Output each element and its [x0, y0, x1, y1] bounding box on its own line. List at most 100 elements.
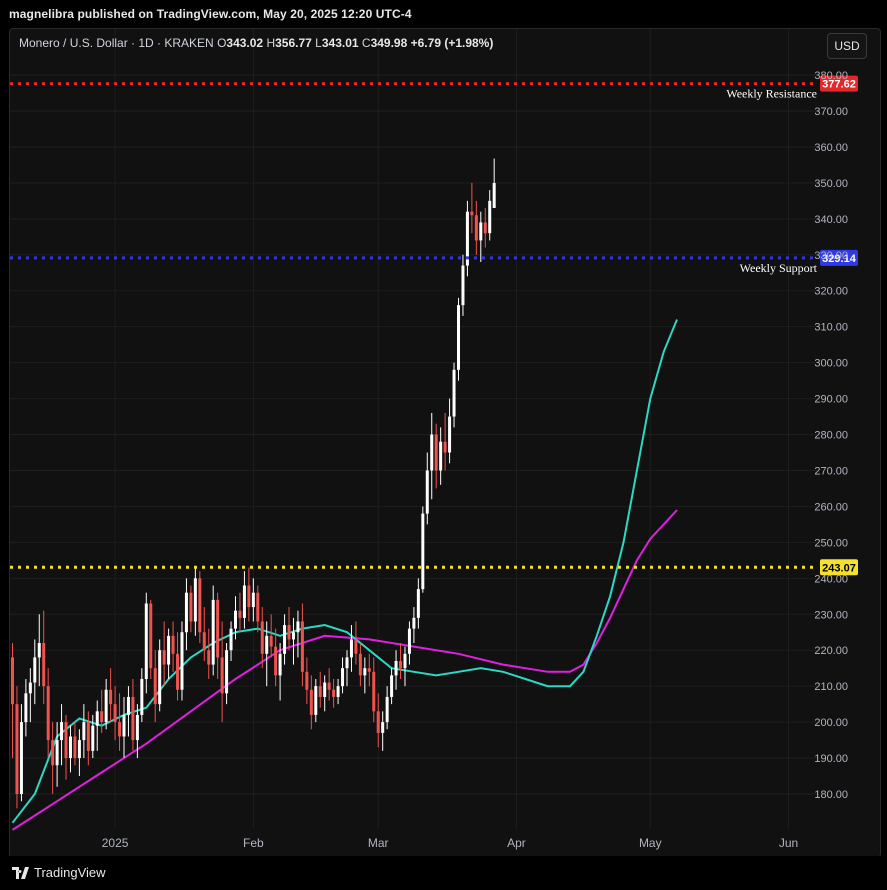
candle-body — [483, 222, 487, 234]
currency-button[interactable]: USD — [827, 33, 867, 59]
candle-body — [327, 682, 331, 690]
candle-body — [118, 722, 122, 737]
y-tick-label: 220.00 — [814, 645, 848, 657]
candle — [457, 297, 460, 381]
candle — [483, 208, 487, 248]
candle-body — [430, 434, 434, 471]
low-value: 343.01 — [321, 36, 359, 50]
candle — [184, 578, 188, 651]
candle — [55, 722, 59, 787]
candle — [407, 621, 411, 665]
candle — [180, 621, 184, 701]
candle-body — [265, 635, 269, 654]
candle — [492, 158, 496, 209]
candle — [193, 567, 197, 636]
candle — [109, 668, 113, 723]
tradingview-brand[interactable]: TradingView — [12, 865, 106, 880]
candle-body — [479, 222, 483, 241]
candle-body — [109, 689, 113, 705]
candle — [220, 621, 224, 723]
horizontal-levels: 377.62Weekly Resistance 329.14Weekly Supp… — [10, 75, 858, 576]
candle-body — [162, 650, 166, 665]
candle-body — [135, 714, 139, 741]
candle — [465, 200, 469, 277]
candle-body — [358, 653, 362, 676]
candle-body — [33, 657, 37, 683]
candle-body — [144, 603, 148, 679]
candle — [82, 704, 86, 759]
y-tick-label: 370.00 — [814, 106, 848, 118]
candle — [73, 722, 77, 766]
candle-body — [385, 696, 389, 723]
candle-body — [158, 650, 162, 705]
candle — [394, 650, 398, 690]
candle — [305, 657, 309, 705]
open-value: 343.02 — [226, 36, 264, 50]
candle-body — [28, 682, 32, 694]
candle-body — [474, 215, 478, 241]
candle — [11, 643, 14, 759]
candle — [376, 693, 380, 748]
y-tick-label: 240.00 — [814, 573, 848, 585]
candle — [309, 675, 313, 730]
price-chart[interactable]: 377.62Weekly Resistance 329.14Weekly Supp… — [10, 29, 880, 857]
candle-body — [60, 722, 64, 741]
candle — [287, 607, 291, 651]
candle — [86, 711, 90, 766]
candle — [140, 668, 144, 723]
candle — [242, 571, 246, 629]
candle-body — [207, 650, 211, 665]
candle — [158, 639, 162, 712]
candle-body — [492, 182, 496, 208]
chart-panel[interactable]: 377.62 Weekly Resistance 329.14 Weekly Supp… — [9, 28, 881, 858]
candle — [126, 686, 130, 737]
y-tick-label: 190.00 — [814, 753, 848, 765]
candle — [448, 398, 452, 464]
candle-body — [421, 513, 425, 590]
x-tick-label: Jun — [779, 836, 798, 850]
candle-body — [100, 711, 104, 723]
candle-body — [51, 740, 55, 766]
candle — [51, 722, 55, 794]
candle — [345, 650, 349, 687]
candle — [247, 567, 251, 622]
y-tick-label: 250.00 — [814, 537, 848, 549]
candle — [15, 686, 19, 809]
y-tick-label: 340.00 — [814, 214, 848, 226]
candle-body — [332, 689, 336, 697]
candle-body — [448, 416, 452, 453]
candle-body — [269, 635, 273, 647]
candle — [439, 427, 443, 485]
candle-body — [309, 689, 313, 715]
candle — [225, 643, 229, 705]
header: magnelibra published on TradingView.com,… — [0, 0, 887, 28]
candle — [367, 653, 371, 687]
candle-body — [461, 265, 465, 306]
candle — [113, 686, 117, 741]
candle-body — [73, 736, 77, 759]
footer: TradingView — [0, 856, 887, 890]
candle-body — [234, 610, 237, 629]
candle — [403, 646, 407, 687]
close-label: C — [361, 36, 371, 50]
candle-body — [341, 668, 345, 687]
y-tick-label: 290.00 — [814, 394, 848, 406]
candle-body — [131, 696, 135, 741]
candle — [327, 668, 331, 701]
candle — [488, 190, 492, 241]
candle — [430, 412, 434, 500]
candle-body — [91, 725, 95, 751]
candle-body — [167, 635, 171, 665]
candle — [341, 657, 345, 694]
candle — [318, 671, 322, 708]
candle — [260, 607, 264, 669]
candle — [470, 182, 474, 234]
y-tick-label: 310.00 — [814, 322, 848, 334]
candle — [162, 621, 166, 687]
candle — [68, 725, 72, 773]
level-name-label: Weekly Resistance — [726, 87, 817, 101]
candle-body — [140, 678, 144, 715]
candle-body — [390, 675, 394, 697]
candle — [131, 678, 135, 751]
candle — [176, 632, 180, 701]
